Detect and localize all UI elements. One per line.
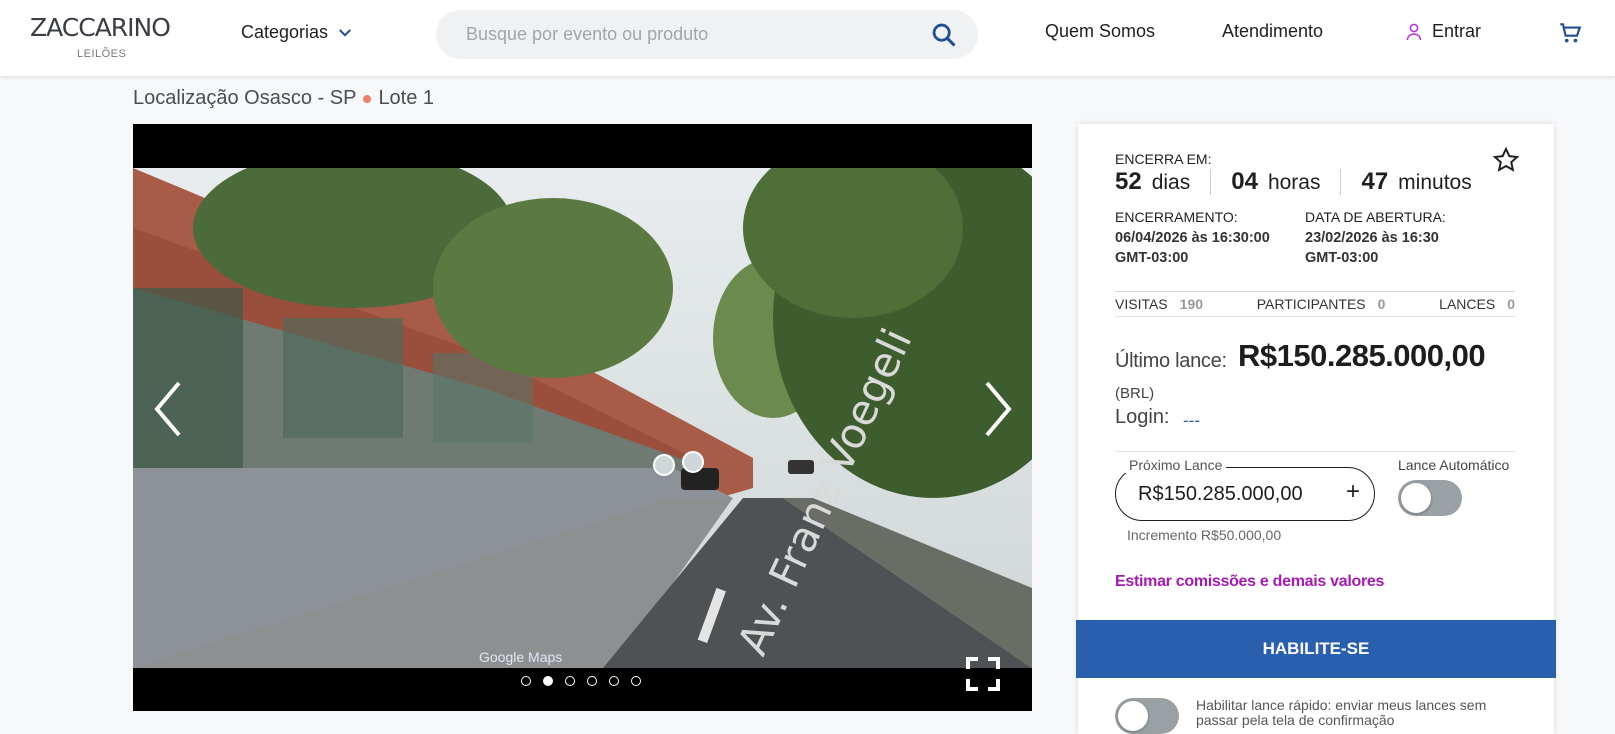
currency-label: (BRL) (1115, 385, 1155, 402)
fullscreen-icon[interactable] (965, 656, 1001, 692)
auction-stats: VISITAS 190 PARTICIPANTES 0 LANCES 0 (1115, 291, 1515, 317)
nav-support[interactable]: Atendimento (1222, 21, 1323, 42)
nav-about[interactable]: Quem Somos (1045, 21, 1155, 42)
next-bid-input[interactable] (1138, 482, 1328, 506)
visits-label: VISITAS (1115, 296, 1168, 312)
chevron-right-icon[interactable] (975, 377, 1019, 441)
countdown-hours-label: horas (1267, 171, 1321, 194)
countdown-minutes: 47 (1361, 168, 1389, 195)
countdown-hours: 04 (1231, 168, 1258, 195)
cart-icon[interactable] (1557, 20, 1583, 46)
chevron-down-icon (339, 28, 351, 37)
estimate-fees-link[interactable]: Estimar comissões e demais valores (1115, 573, 1384, 591)
login-label: Login: (1115, 406, 1170, 428)
login-label: Entrar (1432, 21, 1482, 41)
enable-bidding-button[interactable]: HABILITE-SE (1076, 620, 1556, 678)
countdown-days: 52 (1115, 168, 1142, 195)
slide-dot[interactable] (609, 676, 619, 686)
chevron-left-icon[interactable] (147, 377, 191, 441)
last-bid-label: Último lance: (1115, 350, 1227, 372)
slide-dot-active[interactable] (543, 676, 553, 686)
last-bid-value: R$150.285.000,00 (1238, 338, 1486, 373)
quick-bid-description: Habilitar lance rápido: enviar meus lanc… (1196, 697, 1487, 728)
closing-date-block: ENCERRAMENTO: 06/04/2026 às 16:30:00 GMT… (1115, 209, 1305, 268)
slide-dot[interactable] (587, 676, 597, 686)
next-bid-field: Próximo Lance + (1115, 457, 1375, 521)
opening-label: DATA DE ABERTURA: (1305, 209, 1446, 225)
next-bid-label: Próximo Lance (1125, 457, 1227, 473)
slide-dot[interactable] (565, 676, 575, 686)
search-input[interactable] (466, 22, 906, 46)
breadcrumb-lot: Lote 1 (378, 87, 435, 109)
bids-count: 0 (1507, 296, 1515, 312)
login-button[interactable]: Entrar (1406, 21, 1481, 42)
bids-label: LANCES (1439, 296, 1496, 312)
breadcrumb: Localização Osasco - SP Lote 1 (133, 87, 434, 110)
header: ZACCARINO LEILÕES Categorias Quem Somos … (0, 0, 1615, 76)
participants-count: 0 (1377, 296, 1386, 312)
logo-subtext: LEILÕES (77, 48, 127, 60)
closing-timezone: GMT-03:00 (1115, 250, 1189, 266)
countdown-days-label: dias (1151, 171, 1191, 194)
visits-count: 190 (1179, 296, 1204, 312)
participants-label: PARTICIPANTES (1256, 296, 1366, 312)
auction-dates: ENCERRAMENTO: 06/04/2026 às 16:30:00 GMT… (1115, 209, 1525, 268)
opening-date-block: DATA DE ABERTURA: 23/02/2026 às 16:30 GM… (1305, 209, 1495, 268)
quick-bid-toggle[interactable] (1115, 698, 1179, 734)
slide-dot[interactable] (521, 676, 531, 686)
closing-date: 06/04/2026 às 16:30:00 (1115, 230, 1270, 246)
auction-panel: ENCERRA EM: 52 dias 04 horas 47 minutos ENC… (1076, 124, 1556, 734)
street-view-image: Av. Franz Voegeli (133, 168, 1032, 668)
increment-text: Incremento R$50.000,00 (1127, 527, 1282, 543)
separator-dot (363, 94, 372, 103)
ends-in-label: ENCERRA EM: (1115, 151, 1212, 167)
divider (1210, 169, 1212, 195)
toggle-knob (1118, 701, 1148, 731)
auto-bid-label: Lance Automático (1398, 457, 1510, 473)
logo-text: ZACCARINO (30, 13, 171, 42)
countdown-timer: 52 dias 04 horas 47 minutos (1115, 168, 1472, 196)
search-bar (436, 10, 978, 59)
increase-bid-button[interactable]: + (1346, 478, 1360, 506)
search-icon[interactable] (930, 21, 958, 49)
opening-timezone: GMT-03:00 (1305, 250, 1379, 266)
countdown-minutes-label: minutos (1398, 171, 1472, 194)
divider (1340, 169, 1342, 195)
slide-indicators (521, 676, 641, 686)
divider (1115, 451, 1515, 452)
categories-label: Categorias (241, 22, 329, 42)
logo[interactable]: ZACCARINO LEILÕES (30, 13, 171, 63)
toggle-knob (1401, 483, 1431, 513)
image-gallery: Av. Franz Voegeli Google Maps (133, 124, 1032, 711)
user-icon (1406, 23, 1422, 40)
breadcrumb-location[interactable]: Localização Osasco - SP (133, 87, 356, 110)
star-icon[interactable] (1492, 146, 1520, 174)
categories-menu[interactable]: Categorias (241, 22, 354, 43)
google-maps-watermark: Google Maps (479, 649, 563, 665)
auto-bid-toggle[interactable] (1398, 480, 1462, 516)
slide-dot[interactable] (631, 676, 641, 686)
login-value: --- (1183, 411, 1200, 430)
opening-date: 23/02/2026 às 16:30 (1305, 230, 1439, 246)
closing-label: ENCERRAMENTO: (1115, 209, 1238, 225)
